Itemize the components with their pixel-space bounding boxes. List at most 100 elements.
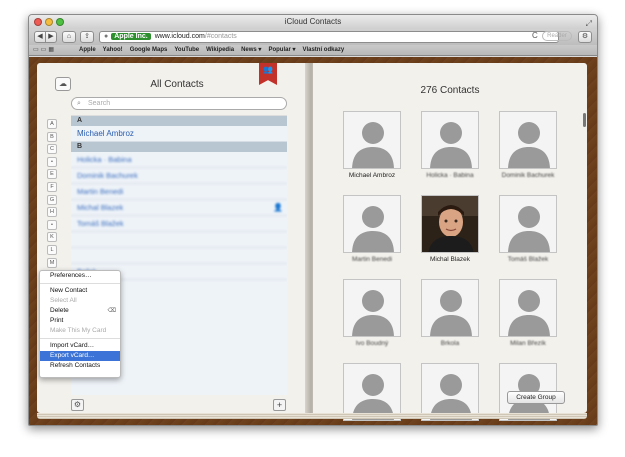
bookmark-link[interactable]: Apple (79, 47, 96, 53)
contact-card-name: Ivo Boudný (355, 340, 389, 347)
alphabet-index-letter[interactable]: H (47, 207, 57, 218)
alphabet-index-letter[interactable]: G (47, 194, 57, 205)
alphabet-index-letter[interactable]: L (47, 244, 57, 255)
alphabet-index-letter[interactable]: • (47, 219, 57, 230)
search-placeholder: Search (88, 100, 111, 107)
bookmark-link[interactable]: Google Maps (130, 47, 168, 53)
url-host: www.icloud.com (154, 33, 205, 40)
avatar-placeholder-icon (499, 111, 557, 169)
contact-photo (421, 195, 479, 253)
search-input[interactable]: ⌕ Search (71, 97, 287, 110)
contact-card[interactable]: Brkola (415, 279, 485, 347)
menu-item-label: Preferences… (50, 272, 92, 279)
menu-separator (40, 283, 120, 284)
zoom-window-button[interactable] (56, 18, 64, 26)
menu-separator (40, 338, 120, 339)
avatar-placeholder-icon (421, 111, 479, 169)
bookmark-link[interactable]: YouTube (174, 47, 199, 53)
contact-row[interactable]: Holicka · Babina (71, 152, 287, 168)
alphabet-index-letter[interactable]: A (47, 119, 57, 129)
contact-row[interactable]: Michal Blazek 👤 (71, 200, 287, 216)
contact-card-name: Michael Ambroz (348, 172, 396, 179)
menu-item-label: Import vCard… (50, 342, 95, 349)
contact-row[interactable]: Dominik Bachurek (71, 168, 287, 184)
actions-menu: Preferences… New Contact Select All Delete ⌫… (39, 270, 121, 378)
contact-card-name: Holicka · Babina (426, 172, 474, 179)
share-button[interactable]: ⇪ (80, 31, 94, 43)
close-window-button[interactable] (34, 18, 42, 26)
bookmark-link[interactable]: Wikipedia (206, 47, 234, 53)
bookmarks-bar: ▭▭▦ Apple Yahoo! Google Maps YouTube Wikiped… (29, 45, 597, 56)
contact-card-name: Milan Březík (510, 340, 546, 347)
avatar-placeholder-icon (343, 279, 401, 337)
minimize-window-button[interactable] (45, 18, 53, 26)
menu-item[interactable]: Import vCard… (40, 341, 120, 351)
bookmark-link[interactable]: Popular ▾ (268, 47, 295, 53)
create-group-button[interactable]: Create Group (507, 391, 565, 404)
avatar-placeholder-icon (343, 111, 401, 169)
contact-name: Martin Benedi (77, 187, 124, 196)
menu-item[interactable]: Preferences… (40, 271, 120, 281)
alphabet-index-letter[interactable]: B (47, 131, 57, 142)
forward-button[interactable]: ▶ (45, 31, 57, 43)
contact-row[interactable]: Tomáš Blažek (71, 216, 287, 232)
browser-toolbar: ◀ ▶ ⌂ ⇪ ● Apple Inc. www.icloud.com/#conta… (29, 29, 597, 45)
contact-card[interactable]: Martin Benedi (337, 195, 407, 263)
alphabet-index-letter[interactable]: • (47, 156, 57, 167)
menu-item[interactable]: Print (40, 316, 120, 326)
menu-item: Make This My Card (40, 326, 120, 336)
alphabet-index-letter[interactable]: C (47, 144, 57, 155)
window-title: iCloud Contacts (284, 17, 342, 26)
home-button[interactable]: ⌂ (62, 31, 76, 43)
alphabet-index-letter[interactable]: K (47, 232, 57, 243)
contact-card[interactable]: Holicka · Babina (415, 111, 485, 179)
avatar-placeholder-icon (499, 279, 557, 337)
reader-button[interactable]: Reader (542, 31, 572, 41)
contact-name: Michael Ambroz (77, 129, 134, 138)
menu-item-label: Export vCard… (50, 352, 95, 359)
contact-card[interactable]: Tomáš Blažek (493, 195, 563, 263)
delete-key-icon: ⌫ (107, 308, 116, 314)
contact-row[interactable]: Michael Ambroz (71, 126, 287, 142)
menu-item[interactable]: Export vCard… (40, 351, 120, 361)
ssl-badge: Apple Inc. (111, 33, 151, 40)
address-bar[interactable]: ● Apple Inc. www.icloud.com/#contacts (99, 31, 559, 43)
contact-row[interactable]: Martin Benedi (71, 184, 287, 200)
icloud-cloud-icon[interactable]: ☁ (55, 77, 71, 91)
contacts-grid-page: 276 Contacts Michael Ambroz Holicka · Bab… (313, 63, 587, 421)
bookmark-link[interactable]: Yahoo! (103, 47, 123, 53)
contact-card-name: Tomáš Blažek (507, 256, 549, 263)
menu-item[interactable]: Delete ⌫ (40, 306, 120, 316)
contact-card[interactable]: Ivo Boudný (337, 279, 407, 347)
bookmark-link[interactable]: Vlastní odkazy (302, 47, 344, 53)
section-header: B (71, 142, 287, 152)
bookmarks-icons[interactable]: ▭▭▦ (33, 45, 56, 56)
contact-name: Dominik Bachurek (77, 171, 138, 180)
alphabet-index-letter[interactable]: F (47, 181, 57, 192)
menu-item[interactable]: New Contact (40, 286, 120, 296)
menu-item: Select All (40, 296, 120, 306)
search-icon: ⌕ (77, 100, 81, 107)
title-bar: iCloud Contacts ⤢ (29, 15, 597, 29)
contact-card[interactable]: Michal Blazek (415, 195, 485, 263)
avatar-placeholder-icon (343, 195, 401, 253)
contact-card[interactable]: Dominik Bachurek (493, 111, 563, 179)
contact-card[interactable]: Michael Ambroz (337, 111, 407, 179)
alphabet-index-letter[interactable]: M (47, 257, 57, 268)
groups-ribbon-icon[interactable]: 👥 (259, 63, 277, 85)
contact-name: Holicka · Babina (77, 155, 132, 164)
contact-card[interactable]: Milan Březík (493, 279, 563, 347)
contact-row[interactable] (71, 232, 287, 248)
gear-menu-button[interactable]: ⚙ (71, 399, 84, 411)
lock-icon: ● (104, 33, 109, 40)
reload-icon[interactable]: C (532, 31, 538, 40)
bookmark-link[interactable]: News ▾ (241, 47, 261, 53)
section-header: A (71, 116, 287, 126)
alphabet-index-letter[interactable]: E (47, 169, 57, 180)
add-contact-button[interactable]: + (273, 399, 286, 411)
menu-item[interactable]: Refresh Contacts (40, 361, 120, 371)
settings-button[interactable]: ⚙ (578, 31, 592, 43)
contact-row[interactable] (71, 248, 287, 264)
scrollbar[interactable] (583, 113, 586, 127)
url-path: /#contacts (204, 33, 237, 40)
